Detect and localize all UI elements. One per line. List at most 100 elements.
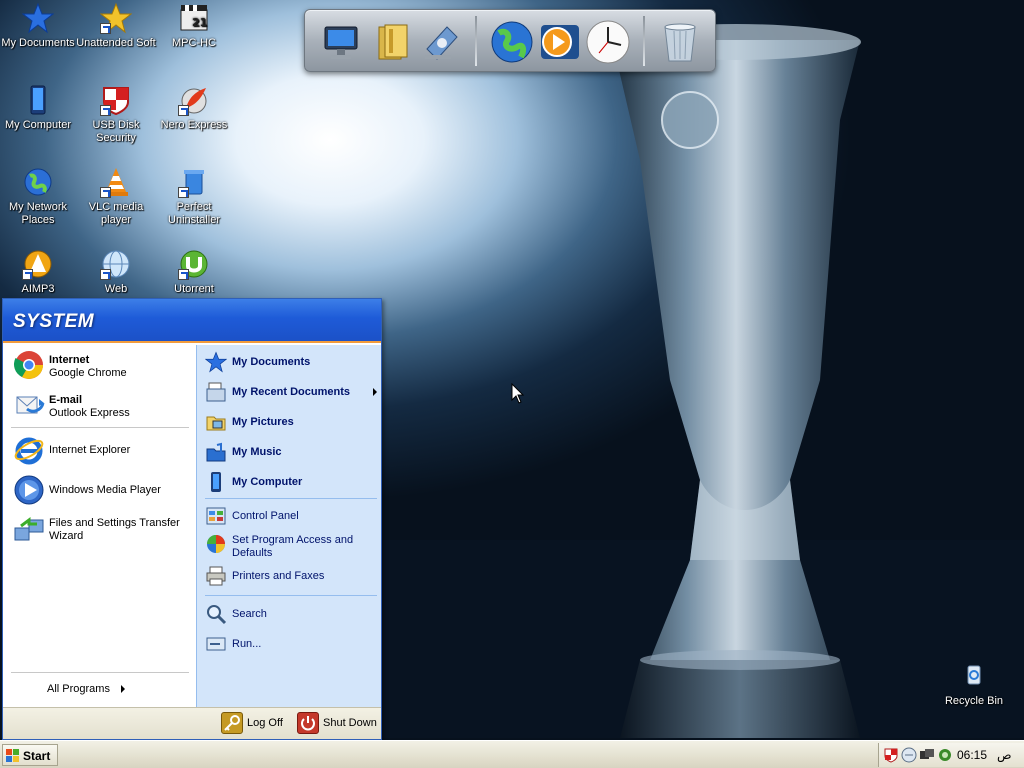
recent-item-internet-explorer[interactable]: Internet Explorer — [11, 432, 191, 468]
start-menu-separator — [11, 672, 189, 673]
start-button[interactable]: Start — [2, 744, 58, 766]
program-defaults-icon — [205, 533, 227, 555]
traffic-cone-icon — [100, 166, 132, 198]
shut-down-button[interactable]: Shut Down — [297, 712, 377, 736]
recent-documents-icon — [205, 381, 227, 403]
utorrent-icon — [178, 248, 210, 280]
system-printers-faxes[interactable]: Printers and Faxes — [203, 563, 379, 589]
shortcut-arrow-icon — [178, 105, 189, 116]
shield-tray-icon[interactable] — [883, 747, 899, 763]
dock-trash-icon[interactable] — [657, 19, 703, 65]
utility-tray-icon[interactable] — [937, 747, 953, 763]
desktop-icon-usb-disk-security[interactable]: USB Disk Security — [76, 84, 156, 145]
dock-globe-icon[interactable] — [489, 19, 535, 65]
desktop-icon-unattended-soft[interactable]: Unattended Soft — [76, 2, 156, 50]
mouse-cursor-icon — [511, 383, 525, 404]
printer-icon — [205, 565, 227, 587]
media-player-icon — [13, 474, 45, 506]
dock-computer-icon[interactable] — [319, 19, 365, 65]
star-icon — [21, 2, 55, 34]
place-my-computer[interactable]: My Computer — [203, 469, 379, 495]
place-my-documents[interactable]: My Documents — [203, 349, 379, 375]
dock-folder-icon[interactable] — [371, 19, 417, 65]
language-tray-icon[interactable] — [901, 747, 917, 763]
computer-icon — [22, 84, 54, 116]
outlook-express-icon — [13, 389, 45, 421]
shortcut-arrow-icon — [178, 187, 189, 198]
network-tray-icon[interactable] — [919, 747, 935, 763]
pinned-item-internet[interactable]: Internet Google Chrome — [11, 347, 191, 383]
start-menu-footer: Log Off Shut Down — [3, 707, 381, 739]
desktop-icon-recycle-bin[interactable]: Recycle Bin — [934, 660, 1014, 708]
taskbar: Start 06:15 ص — [0, 740, 1024, 768]
transfer-wizard-icon — [13, 514, 45, 546]
start-menu: SYSTEM Internet Google Chrome E-mail Out… — [2, 298, 382, 740]
search-icon — [205, 603, 227, 625]
shortcut-arrow-icon — [100, 105, 111, 116]
shield-icon — [100, 84, 132, 116]
desktop-icon-nero-express[interactable]: Nero Express — [154, 84, 234, 132]
clock-suffix: ص — [997, 748, 1012, 762]
dock-separator — [643, 16, 645, 66]
system-tray: 06:15 ص — [878, 743, 1024, 767]
nero-flame-icon — [178, 84, 210, 116]
right-pane-separator — [205, 595, 377, 596]
power-icon — [297, 712, 319, 734]
recent-item-files-settings-transfer[interactable]: Files and Settings Transfer Wizard — [11, 512, 191, 548]
shortcut-arrow-icon — [178, 269, 189, 280]
recycle-bin-icon — [958, 660, 990, 692]
desktop-icon-vlc-media-player[interactable]: VLC media player — [76, 166, 156, 227]
dock-separator — [475, 16, 477, 66]
shortcut-arrow-icon — [100, 269, 111, 280]
user-name: SYSTEM — [13, 311, 95, 332]
desktop-icon-perfect-uninstaller[interactable]: Perfect Uninstaller — [154, 166, 234, 227]
desktop-icon-mpc-hc[interactable]: 21 MPC-HC — [154, 2, 234, 50]
shortcut-arrow-icon — [100, 187, 111, 198]
desktop-icon-utorrent[interactable]: Utorrent — [154, 248, 234, 296]
bin-icon — [178, 166, 210, 198]
run-icon — [205, 633, 227, 655]
clock-time[interactable]: 06:15 — [957, 748, 987, 762]
dock-control-panel-icon[interactable] — [417, 19, 463, 65]
desktop-icon-aimp3[interactable]: AIMP3 — [0, 248, 78, 296]
dock-bar — [304, 9, 716, 72]
desktop-icon-my-computer[interactable]: My Computer — [0, 84, 78, 132]
system-set-program-access[interactable]: Set Program Access and Defaults — [203, 531, 379, 561]
place-my-pictures[interactable]: My Pictures — [203, 409, 379, 435]
desktop-icon-my-network-places[interactable]: My Network Places — [0, 166, 78, 227]
aimp-icon — [22, 248, 54, 280]
recent-item-windows-media-player[interactable]: Windows Media Player — [11, 472, 191, 508]
right-pane-separator — [205, 498, 377, 499]
place-my-music[interactable]: My Music — [203, 439, 379, 465]
all-programs-button[interactable]: All Programs — [43, 681, 143, 697]
place-my-recent-documents[interactable]: My Recent Documents — [203, 379, 379, 405]
start-menu-right-pane: My Documents My Recent Documents My Pict… — [196, 345, 381, 707]
music-folder-icon — [205, 441, 227, 463]
log-off-button[interactable]: Log Off — [221, 712, 289, 736]
internet-explorer-icon — [13, 434, 45, 466]
start-menu-user-header: SYSTEM — [3, 299, 381, 343]
web-globe-icon — [100, 248, 132, 280]
dock-clock-icon[interactable] — [585, 19, 631, 65]
chrome-icon — [13, 349, 45, 381]
shortcut-arrow-icon — [22, 269, 33, 280]
desktop-icon-my-documents[interactable]: My Documents — [0, 2, 78, 50]
dock-media-player-icon[interactable] — [537, 19, 583, 65]
arrow-right-icon — [121, 685, 125, 693]
star-icon — [204, 351, 228, 373]
desktop-icon-web[interactable]: Web — [76, 248, 156, 296]
globe-icon — [22, 166, 54, 198]
tool-search[interactable]: Search — [203, 601, 379, 627]
pinned-item-email[interactable]: E-mail Outlook Express — [11, 387, 191, 423]
svg-text:21: 21 — [192, 16, 207, 29]
computer-icon — [205, 471, 227, 493]
start-menu-left-pane: Internet Google Chrome E-mail Outlook Ex… — [3, 345, 196, 707]
tool-run[interactable]: Run... — [203, 631, 379, 657]
arrow-right-icon — [373, 388, 377, 396]
start-menu-separator — [11, 427, 189, 428]
windows-logo-icon — [6, 749, 20, 763]
shortcut-arrow-icon — [100, 23, 111, 34]
control-panel-icon — [205, 505, 227, 527]
system-control-panel[interactable]: Control Panel — [203, 503, 379, 529]
pictures-folder-icon — [205, 411, 227, 433]
